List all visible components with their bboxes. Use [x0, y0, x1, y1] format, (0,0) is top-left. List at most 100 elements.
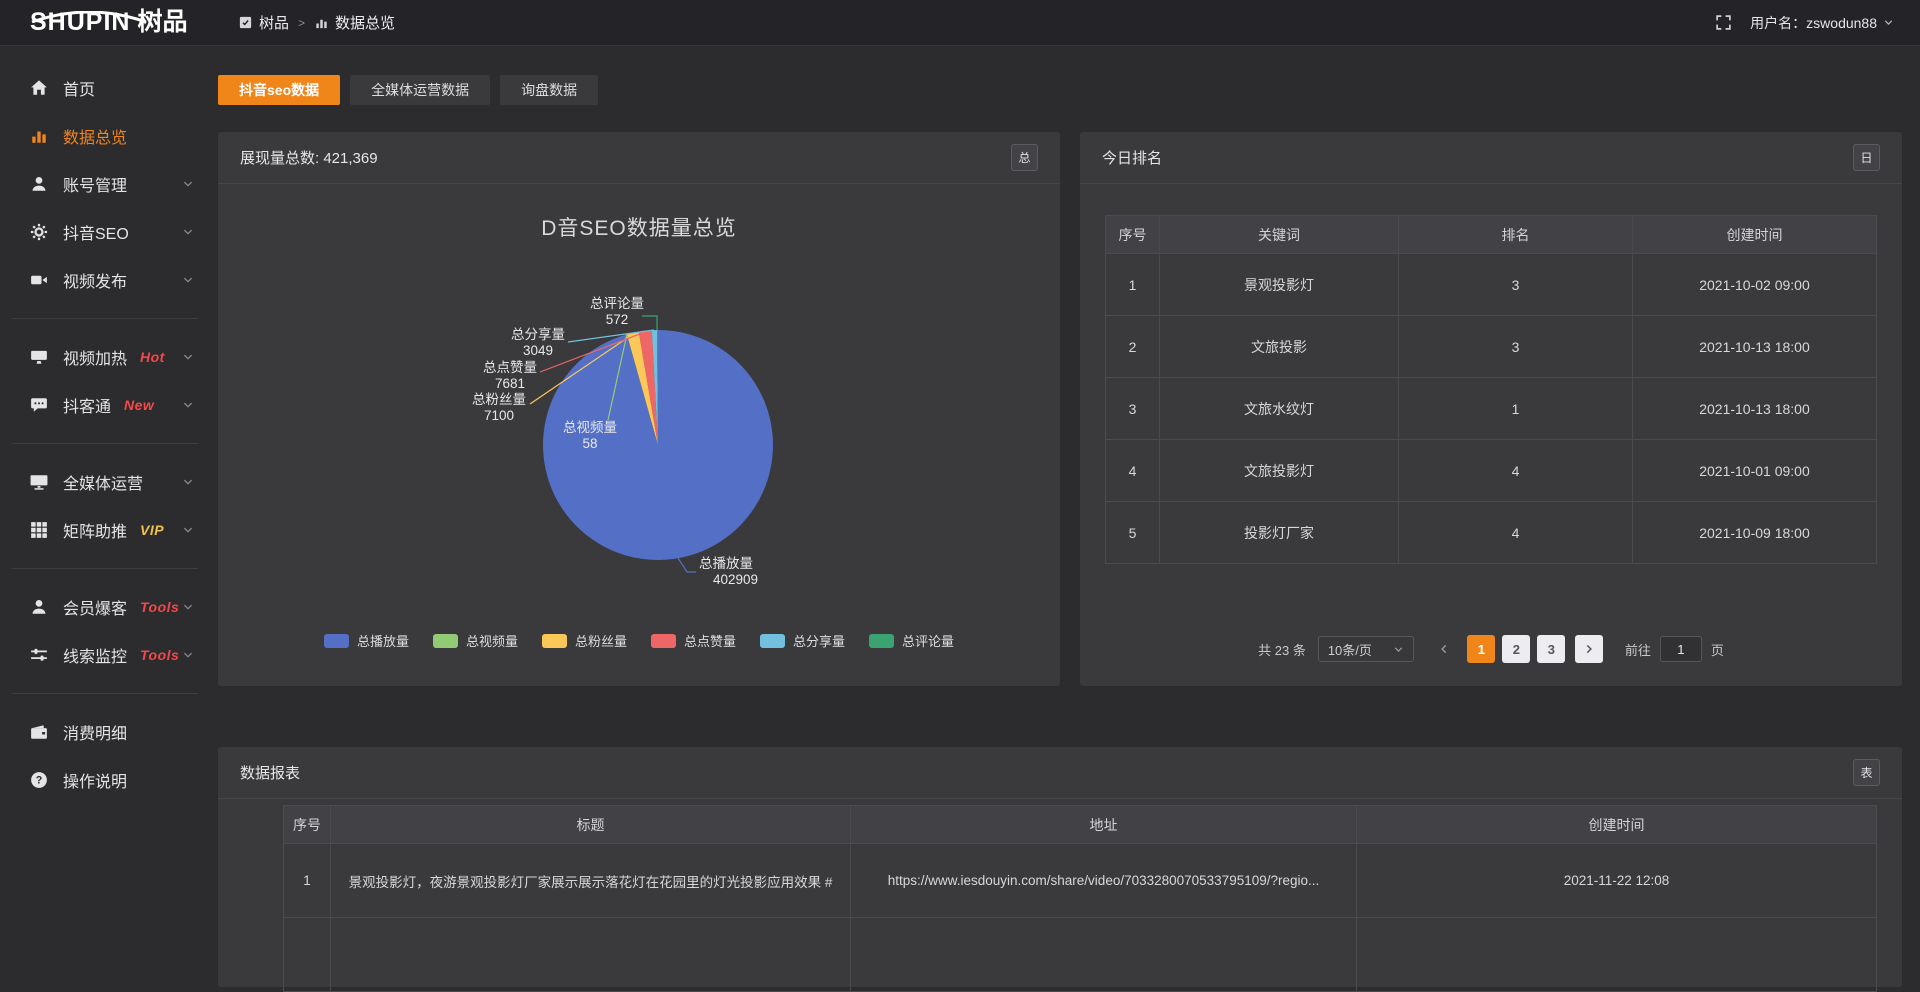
chevron-down-icon: [182, 601, 194, 613]
sidebar-item-consume-detail[interactable]: 消费明细: [0, 708, 210, 756]
sidebar-item-operation-guide[interactable]: ?操作说明: [0, 756, 210, 804]
home-icon: [30, 79, 48, 97]
app-logo[interactable]: SHUPIN 树品: [0, 10, 212, 35]
sidebar-item-label: 抖音SEO: [63, 220, 129, 244]
column-header: 关键词: [1160, 216, 1399, 254]
prev-page-button[interactable]: [1430, 635, 1458, 663]
page-size-value: 10条/页: [1328, 640, 1372, 659]
report-table-button[interactable]: 表: [1853, 759, 1880, 786]
table-row: 2文旅投影32021-10-13 18:00: [1106, 316, 1877, 378]
sidebar-item-video-heat[interactable]: 视频加热Hot: [0, 333, 210, 381]
pie-label-value-4: 3049: [523, 343, 553, 358]
sidebar-item-matrix-boost[interactable]: 矩阵助推VIP: [0, 506, 210, 554]
user-menu[interactable]: 用户名：zswodun88: [1750, 13, 1894, 33]
pie-label-name-5: 总评论量: [590, 296, 644, 311]
page-button-2[interactable]: 2: [1502, 635, 1530, 663]
sidebar-item-label: 全媒体运营: [63, 470, 143, 494]
table-header-row: 序号关键词排名创建时间: [1106, 216, 1877, 254]
table-cell: 2021-10-01 09:00: [1633, 440, 1877, 502]
sidebar-divider: [12, 443, 198, 444]
svg-text:?: ?: [36, 775, 43, 787]
page-button-1[interactable]: 1: [1467, 635, 1495, 663]
sidebar-item-data-overview[interactable]: 数据总览: [0, 112, 210, 160]
breadcrumb-root[interactable]: 树品: [238, 12, 289, 33]
sidebar-item-douyin-seo[interactable]: 抖音SEO: [0, 208, 210, 256]
sidebar-divider: [12, 568, 198, 569]
sidebar-item-label: 会员爆客: [63, 595, 127, 619]
tab-0[interactable]: 抖音seo数据: [218, 75, 340, 105]
next-page-button[interactable]: [1575, 635, 1603, 663]
tab-1[interactable]: 全媒体运营数据: [350, 75, 490, 105]
table-cell: [331, 918, 851, 992]
sidebar-item-douketong[interactable]: 抖客通 New: [0, 381, 210, 429]
sidebar-item-label: 数据总览: [63, 124, 127, 148]
pie-slice-0: [543, 330, 773, 560]
chart-total-button[interactable]: 总: [1011, 144, 1038, 171]
report-panel-head: 数据报表 表: [218, 747, 1902, 799]
table-cell: 4: [1399, 440, 1633, 502]
tab-2[interactable]: 询盘数据: [500, 75, 598, 105]
chevron-down-icon: [182, 476, 194, 488]
member-icon: [30, 598, 48, 616]
report-panel: 数据报表 表 序号标题地址创建时间1景观投影灯，夜游景观投影灯厂家展示展示落花灯…: [218, 747, 1902, 987]
legend-swatch: [542, 634, 567, 648]
pie-label-name-3: 总点赞量: [483, 360, 537, 375]
goto-suffix-label: 页: [1711, 640, 1724, 659]
legend-label: 总视频量: [466, 631, 518, 650]
sidebar-item-clue-monitor[interactable]: 线索监控 Tools: [0, 631, 210, 679]
top-bar: SHUPIN 树品 树品 > 数据总览 用户名：zswodun88: [0, 0, 1920, 46]
legend-label: 总粉丝量: [575, 631, 627, 650]
chevron-down-icon: [1393, 644, 1404, 655]
table-cell: 2021-10-13 18:00: [1633, 378, 1877, 440]
legend-item-0[interactable]: 总播放量: [324, 631, 409, 650]
table-cell: 2021-10-09 18:00: [1633, 502, 1877, 564]
impressions-total-label: 展现量总数: 421,369: [240, 147, 378, 168]
pie-label-line-5: [642, 316, 657, 330]
sidebar-item-label: 视频加热: [63, 345, 127, 369]
breadcrumb-separator: >: [298, 16, 305, 30]
report-panel-title: 数据报表: [240, 762, 300, 783]
legend-item-3[interactable]: 总点赞量: [651, 631, 736, 650]
legend-item-1[interactable]: 总视频量: [433, 631, 518, 650]
page-size-select[interactable]: 10条/页: [1318, 636, 1414, 662]
pie-slice-4: [652, 330, 658, 445]
sidebar-badge-new: New: [124, 397, 154, 413]
sidebar-item-label: 抖客通: [63, 393, 111, 417]
pie-label-line-0: [678, 558, 696, 572]
report-link-url[interactable]: https://www.iesdouyin.com/share/video/70…: [851, 844, 1357, 918]
chart-panel-head: 展现量总数: 421,369 总: [218, 132, 1060, 184]
user-icon: [30, 175, 48, 193]
page-button-3[interactable]: 3: [1537, 635, 1565, 663]
legend-item-2[interactable]: 总粉丝量: [542, 631, 627, 650]
legend-item-4[interactable]: 总分享量: [760, 631, 845, 650]
sidebar-item-label: 消费明细: [63, 720, 127, 744]
ranking-panel-title: 今日排名: [1102, 147, 1162, 168]
chat-icon: [30, 396, 48, 414]
table-row: 1景观投影灯32021-10-02 09:00: [1106, 254, 1877, 316]
sidebar-item-account-manage[interactable]: 账号管理: [0, 160, 210, 208]
legend-swatch: [760, 634, 785, 648]
grid-icon: [30, 521, 48, 539]
fullscreen-icon[interactable]: [1715, 14, 1732, 31]
sidebar-item-label: 线索监控: [63, 643, 127, 667]
table-row: 4文旅投影灯42021-10-01 09:00: [1106, 440, 1877, 502]
sidebar-item-media-operation[interactable]: 全媒体运营: [0, 458, 210, 506]
sidebar-item-member-baoke[interactable]: 会员爆客 Tools: [0, 583, 210, 631]
breadcrumb-current-label: 数据总览: [335, 12, 395, 33]
sidebar-item-home[interactable]: 首页: [0, 64, 210, 112]
sidebar-badge-tools: Tools: [140, 599, 179, 615]
username-label: 用户名：zswodun88: [1750, 13, 1877, 33]
sidebar-item-video-publish[interactable]: 视频发布: [0, 256, 210, 304]
table-cell: 投影灯厂家: [1160, 502, 1399, 564]
report-table: 序号标题地址创建时间1景观投影灯，夜游景观投影灯厂家展示展示落花灯在花园里的灯光…: [283, 805, 1877, 992]
pie-chart-title: D音SEO数据量总览: [218, 212, 1060, 242]
pie-label-name-2: 总粉丝量: [472, 392, 526, 407]
breadcrumb: 树品 > 数据总览: [238, 12, 395, 33]
goto-page-input[interactable]: [1660, 636, 1702, 662]
pie-label-line-4: [568, 330, 654, 342]
column-header: 标题: [331, 806, 851, 844]
sidebar-badge-tools: Tools: [140, 647, 179, 663]
legend-item-5[interactable]: 总评论量: [869, 631, 954, 650]
pie-label-value-3: 7681: [495, 376, 525, 391]
ranking-day-button[interactable]: 日: [1853, 144, 1880, 171]
